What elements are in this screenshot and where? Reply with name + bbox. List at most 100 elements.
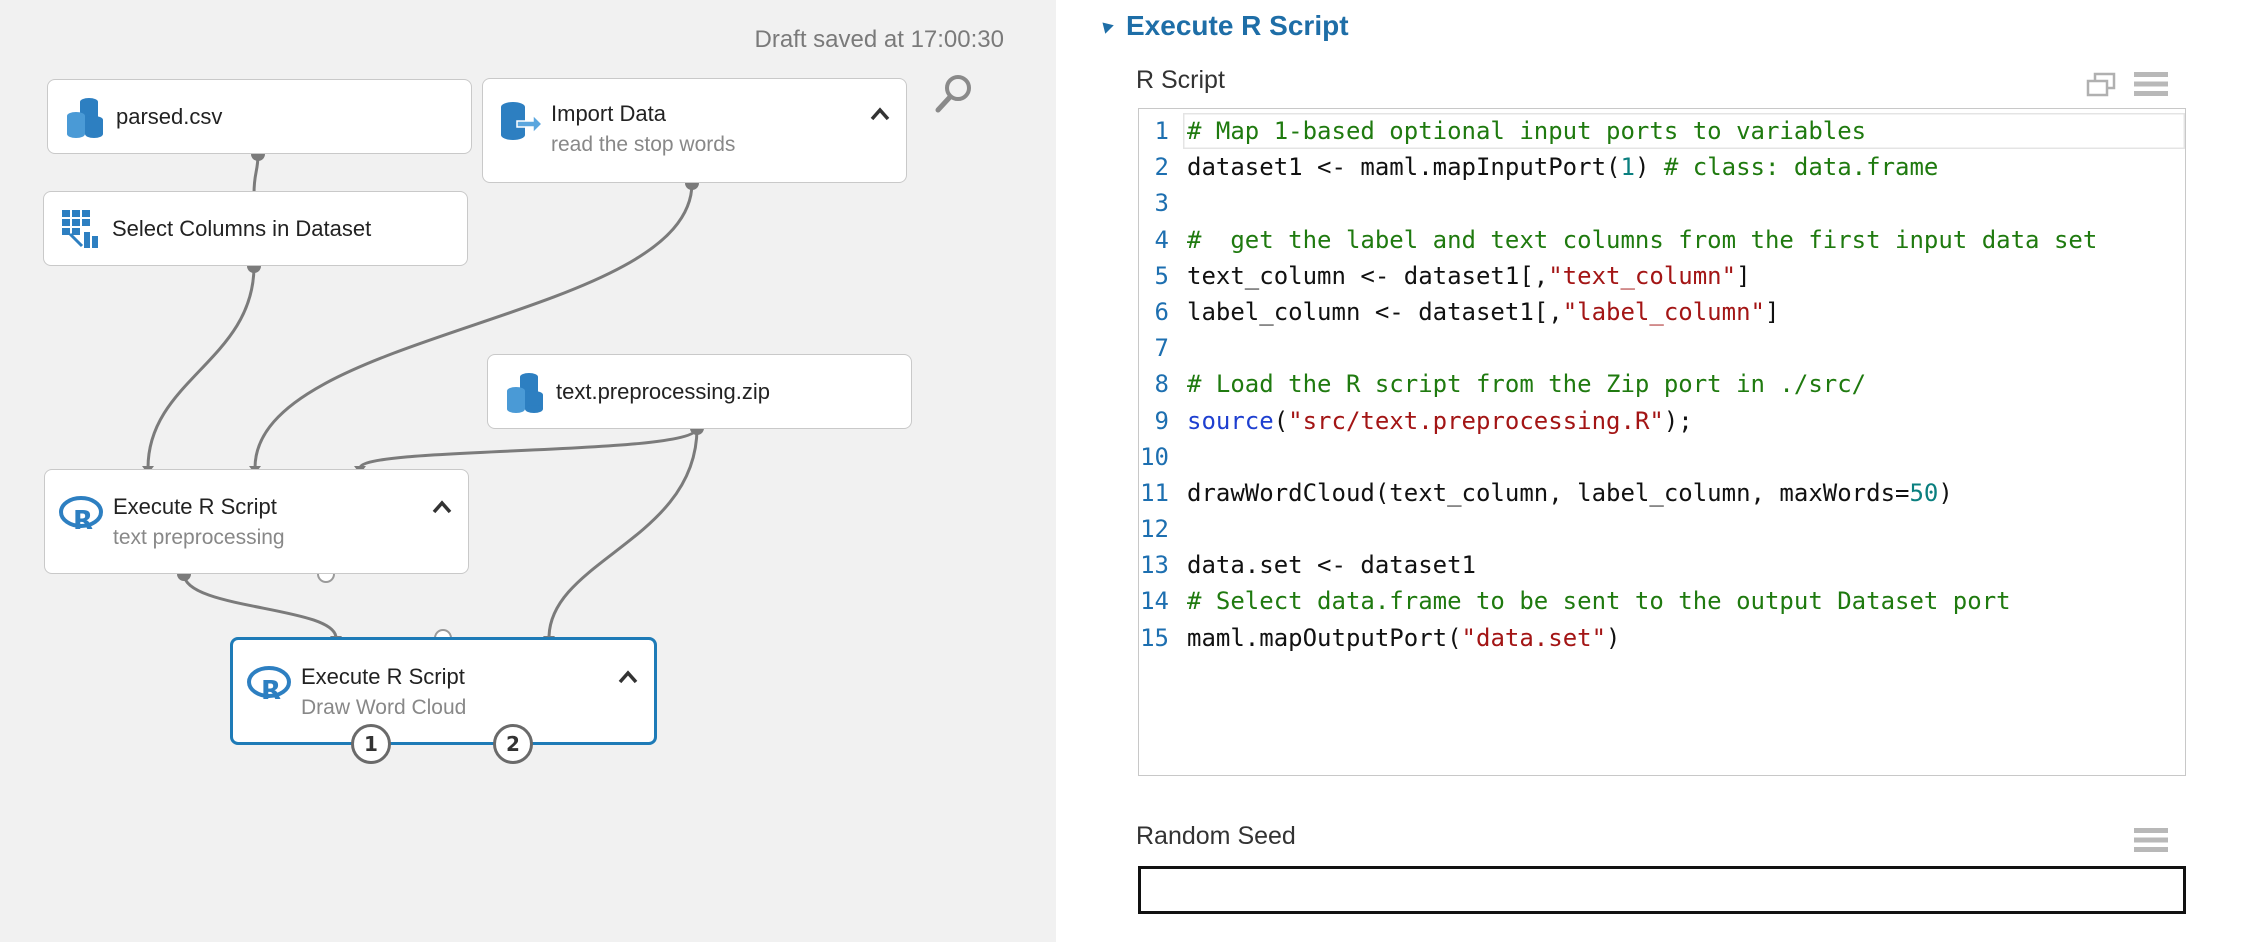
select-columns-icon: [62, 209, 98, 248]
code-token: "src/text.preprocessing.R": [1288, 406, 1664, 435]
code-line[interactable]: 5 text_column <- dataset1[,"text_column"]: [1139, 258, 2185, 294]
code-line[interactable]: 7: [1139, 330, 2185, 366]
code-token: # Select data.frame to be sent to the ou…: [1187, 587, 2011, 616]
code-token: "label_column": [1562, 297, 1765, 326]
line-number: 9: [1154, 406, 1169, 435]
properties-panel: Execute R Script R Script 1 # Map 1-based…: [1056, 0, 2248, 942]
code-token: ): [1938, 478, 1953, 507]
node-subtitle: Draw Word Cloud: [301, 696, 467, 719]
code-line[interactable]: 13 data.set <- dataset1: [1139, 547, 2185, 583]
code-line[interactable]: 6 label_column <- dataset1[,"label_column…: [1139, 294, 2185, 330]
code-token: "text_column": [1548, 261, 1737, 290]
node-title: Execute R Script: [301, 664, 465, 689]
code-line[interactable]: 14 # Select data.frame to be sent to the …: [1139, 583, 2185, 619]
node-parsed-csv[interactable]: parsed.csv: [47, 79, 472, 154]
line-number: 1: [1154, 117, 1169, 145]
random-seed-label: Random Seed: [1136, 822, 1296, 850]
edge-exec1-to-exec2: [182, 573, 338, 639]
code-token: 50: [1909, 478, 1939, 507]
line-number: 13: [1140, 551, 1169, 580]
section-title: Execute R Script: [1126, 10, 1349, 41]
line-number: 7: [1154, 334, 1169, 363]
node-subtitle: read the stop words: [551, 133, 736, 156]
output-port-1[interactable]: 1: [351, 724, 391, 764]
code-line[interactable]: 11 drawWordCloud(text_column, label_colum…: [1139, 475, 2185, 511]
code-text: text_column <- dataset1[,"text_column"]: [1187, 258, 1751, 294]
code-token: # get the label and text columns from th…: [1187, 225, 2098, 254]
svg-text:R: R: [261, 676, 281, 706]
node-execute-r-text-preprocessing[interactable]: R Execute R Script text preprocessing: [44, 469, 469, 574]
code-token: 1: [1620, 153, 1635, 182]
code-text: label_column <- dataset1[,"label_column"…: [1187, 294, 1779, 330]
edge-zip-to-exec2: [547, 427, 699, 639]
code-text: # Load the R script from the Zip port in…: [1187, 366, 1866, 402]
code-token: # Load the R script from the Zip port in…: [1187, 370, 1867, 399]
code-line[interactable]: 1 # Map 1-based optional input ports to v…: [1155, 113, 2185, 149]
node-title: Import Data: [551, 101, 666, 126]
code-token: maml.mapOutputPort(: [1187, 623, 1462, 652]
code-line[interactable]: 12: [1139, 511, 2185, 547]
code-text: # Select data.frame to be sent to the ou…: [1187, 583, 2011, 619]
r-logo-icon: R: [247, 666, 291, 706]
chevron-up-icon[interactable]: [618, 670, 638, 684]
line-number: 10: [1140, 442, 1169, 471]
code-text: # Map 1-based optional input ports to va…: [1187, 113, 1866, 149]
code-line[interactable]: 9 source("src/text.preprocessing.R");: [1139, 403, 2185, 439]
node-title: parsed.csv: [116, 104, 223, 129]
code-token: source: [1187, 406, 1274, 435]
code-line[interactable]: 4 # get the label and text columns from t…: [1139, 222, 2185, 258]
magnifier-icon[interactable]: [930, 70, 978, 118]
code-line[interactable]: 10: [1139, 439, 2185, 475]
node-execute-r-draw-word-cloud[interactable]: R Execute R Script Draw Word Cloud: [230, 637, 657, 745]
code-token: dataset1 <- maml.mapInputPort(: [1187, 153, 1621, 182]
code-line[interactable]: 2 dataset1 <- maml.mapInputPort(1) # clas…: [1139, 149, 2185, 185]
code-text: data.set <- dataset1: [1187, 547, 1476, 583]
output-port-2[interactable]: 2: [493, 724, 533, 764]
code-text: dataset1 <- maml.mapInputPort(1) # class…: [1187, 149, 1938, 185]
dataset-icon: [507, 372, 543, 413]
collapse-triangle-icon[interactable]: [1098, 18, 1114, 34]
section-header[interactable]: Execute R Script: [1098, 10, 1349, 42]
code-token: );: [1663, 406, 1693, 435]
edge-select-to-exec1: [146, 265, 256, 469]
code-token: drawWordCloud(text_column, label_column,…: [1187, 478, 1910, 507]
code-token: ): [1606, 623, 1621, 652]
line-number: 8: [1154, 370, 1169, 399]
code-line[interactable]: 15 maml.mapOutputPort("data.set"): [1139, 620, 2185, 656]
line-number: 6: [1154, 297, 1169, 326]
svg-text:R: R: [73, 506, 93, 536]
menu-icon[interactable]: [2134, 70, 2168, 98]
edge-zip-to-exec1: [358, 427, 699, 470]
code-line[interactable]: 8 # Load the R script from the Zip port i…: [1139, 366, 2185, 402]
node-import-data[interactable]: Import Data read the stop words: [482, 78, 907, 183]
chevron-up-icon[interactable]: [870, 107, 890, 121]
line-number: 15: [1140, 623, 1169, 652]
random-seed-input[interactable]: [1138, 866, 2186, 914]
dataset-icon: [67, 97, 103, 138]
line-number: 2: [1154, 153, 1169, 182]
popout-editor-icon[interactable]: [2086, 72, 2116, 98]
draft-status: Draft saved at 17:00:30: [754, 26, 1005, 53]
chevron-up-icon[interactable]: [432, 500, 452, 514]
experiment-canvas[interactable]: Draft saved at 17:00:30 parsed.csv Impor…: [0, 0, 1056, 942]
code-token: ]: [1764, 297, 1780, 326]
code-token: ]: [1736, 261, 1751, 290]
code-token: (: [1273, 406, 1289, 435]
code-text: drawWordCloud(text_column, label_column,…: [1187, 475, 1953, 511]
code-line[interactable]: 3: [1139, 185, 2185, 221]
code-text: source("src/text.preprocessing.R");: [1187, 403, 1693, 439]
node-title: Select Columns in Dataset: [112, 216, 372, 241]
node-title: Execute R Script: [113, 494, 277, 519]
line-number: 3: [1154, 189, 1169, 218]
node-text-preprocessing-zip[interactable]: text.preprocessing.zip: [487, 354, 912, 429]
menu-icon[interactable]: [2134, 826, 2168, 854]
line-number: 11: [1140, 478, 1169, 507]
code-token: # Map 1-based optional input ports to va…: [1187, 117, 1867, 145]
import-icon: [501, 102, 543, 140]
node-select-columns[interactable]: Select Columns in Dataset: [43, 191, 468, 266]
r-script-editor[interactable]: 1 # Map 1-based optional input ports to v…: [1138, 108, 2186, 776]
line-number: 5: [1154, 261, 1169, 290]
line-number: 4: [1154, 225, 1169, 254]
code-token: ): [1634, 153, 1664, 182]
node-title: text.preprocessing.zip: [556, 379, 770, 404]
